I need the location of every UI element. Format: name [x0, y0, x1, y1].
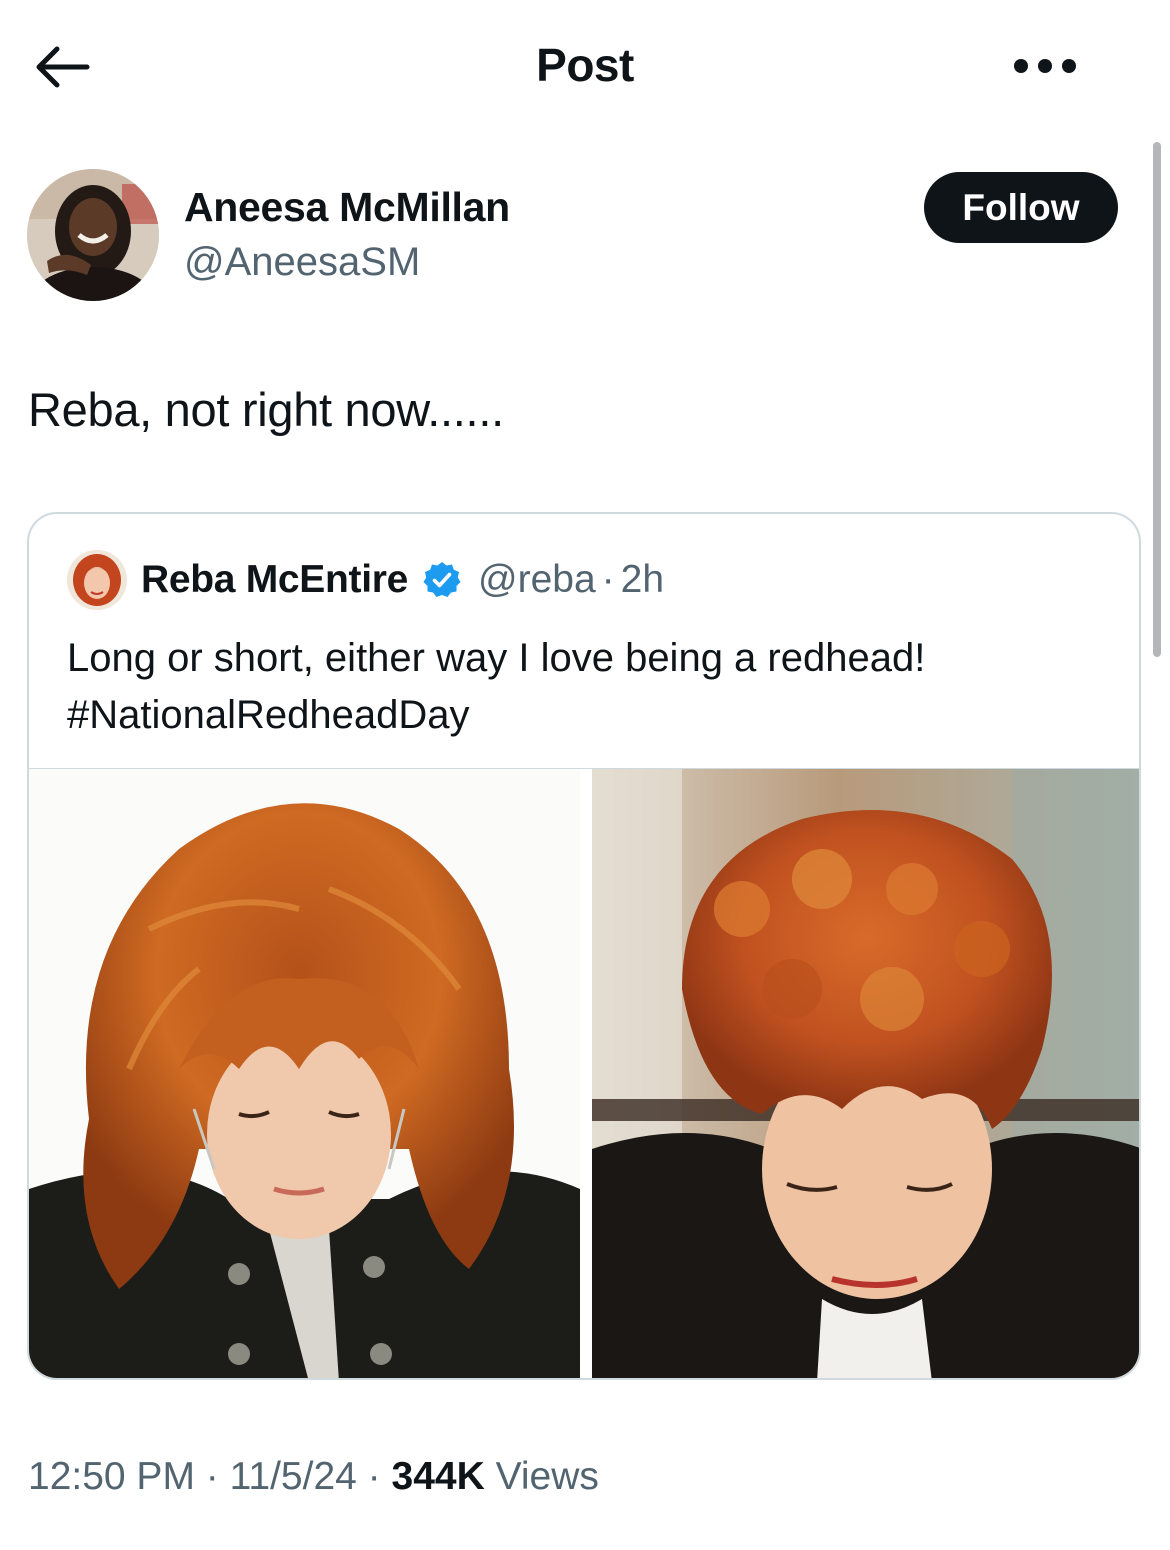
scrollbar[interactable]	[1153, 142, 1161, 657]
media-image-2[interactable]	[592, 769, 1139, 1378]
quoted-post-text: Long or short, either way I love being a…	[67, 630, 1107, 744]
hashtag-link[interactable]: #NationalRedheadDay	[67, 687, 1107, 744]
quoted-text-line: Long or short, either way I love being a…	[67, 636, 926, 680]
quoted-author-handle[interactable]: @reba	[478, 558, 596, 602]
quoted-post-card[interactable]: Reba McEntire @reba · 2h Long or short, …	[27, 512, 1141, 1380]
separator-dot: ·	[601, 558, 615, 601]
photo-long-red-hair	[29, 769, 580, 1378]
author-handle[interactable]: @AneesaSM	[184, 240, 420, 285]
post-date: 11/5/24	[229, 1455, 357, 1498]
follow-button[interactable]: Follow	[924, 172, 1118, 243]
separator-dot: ·	[356, 1455, 392, 1498]
views-label: Views	[484, 1455, 599, 1498]
quoted-post-header: Reba McEntire @reba · 2h	[141, 558, 664, 602]
more-options-button[interactable]	[990, 38, 1100, 98]
author-avatar[interactable]	[27, 169, 159, 301]
more-horizontal-icon	[1009, 58, 1081, 78]
quoted-author-avatar[interactable]	[67, 550, 127, 610]
top-bar: Post	[0, 0, 1170, 135]
avatar-photo	[67, 550, 127, 610]
avatar-photo	[27, 169, 159, 301]
verified-badge-icon	[423, 562, 461, 597]
quoted-post-time[interactable]: 2h	[621, 558, 664, 602]
post-text: Reba, not right now......	[28, 383, 504, 436]
post-meta: 12:50 PM · 11/5/24 · 344K Views	[28, 1455, 599, 1499]
photo-short-red-hair	[592, 769, 1139, 1378]
quoted-author-name[interactable]: Reba McEntire	[141, 558, 408, 602]
author-name[interactable]: Aneesa McMillan	[184, 184, 510, 231]
views-count[interactable]: 344K	[392, 1455, 485, 1498]
post-time: 12:50 PM	[28, 1455, 195, 1498]
media-image-1[interactable]	[29, 769, 580, 1378]
separator-dot: ·	[194, 1455, 230, 1498]
